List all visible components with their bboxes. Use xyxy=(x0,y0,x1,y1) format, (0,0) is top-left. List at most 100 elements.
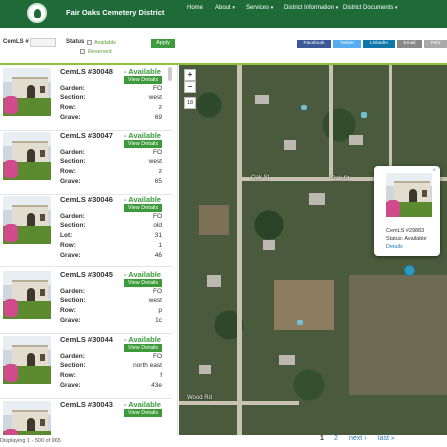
zoom-out-button[interactable]: − xyxy=(184,81,196,93)
status-available-checkbox[interactable] xyxy=(87,40,92,45)
chevron-down-icon: ▾ xyxy=(232,5,235,11)
garden-label: Garden: xyxy=(60,149,85,156)
status-badge: - Available xyxy=(124,131,161,140)
nav-services[interactable]: Services ▾ xyxy=(246,5,273,11)
plot-photo[interactable] xyxy=(3,196,51,244)
row-label: Row: xyxy=(60,104,76,111)
nav-home[interactable]: Home xyxy=(187,5,203,11)
cemls-input[interactable] xyxy=(30,38,56,47)
view-details-button[interactable]: View Details xyxy=(124,140,162,148)
view-details-button[interactable]: View Details xyxy=(124,344,162,352)
grave-label: Grave: xyxy=(60,382,81,389)
nav-district-information[interactable]: District Information ▾ xyxy=(284,5,338,11)
pool xyxy=(301,105,307,110)
plot-photo[interactable] xyxy=(3,132,51,180)
section-value: west xyxy=(148,297,162,304)
last-page-link[interactable]: last » xyxy=(378,435,395,442)
nav-about[interactable]: About ▾ xyxy=(215,5,235,11)
pagination-footer: Displaying 1 - 500 of 965 1 2 next › las… xyxy=(0,435,447,447)
row-value: f xyxy=(160,372,162,379)
view-details-button[interactable]: View Details xyxy=(124,409,162,417)
plot-photo[interactable] xyxy=(3,401,51,435)
apply-button[interactable]: Apply xyxy=(151,39,175,48)
lot-value: 31 xyxy=(154,232,162,239)
section-label: Section: xyxy=(60,158,86,165)
garden-value: FO xyxy=(152,213,162,220)
garden-label: Garden: xyxy=(60,353,85,360)
cemls-label: CemLS # xyxy=(3,39,29,45)
plot-marker-icon[interactable] xyxy=(404,265,415,276)
share-email-button[interactable]: Email xyxy=(397,40,422,48)
row-value: p xyxy=(158,307,162,314)
row-label: Row: xyxy=(60,242,76,249)
listing-panel[interactable]: CemLS #30048 - Available View Details Ga… xyxy=(0,65,178,435)
section-label: Section: xyxy=(60,222,86,229)
road xyxy=(237,65,242,435)
nav-district-documents[interactable]: District Documents ▾ xyxy=(343,5,398,11)
grave-label: Grave: xyxy=(60,252,81,259)
grave-value: 46 xyxy=(154,252,162,259)
close-icon[interactable]: × xyxy=(432,168,436,174)
share-twitter-button[interactable]: Twitter xyxy=(333,40,361,48)
section-label: Section: xyxy=(60,94,86,101)
item-title: CemLS #30043 xyxy=(60,400,113,409)
status-available-label: Available xyxy=(94,40,117,46)
share-facebook-button[interactable]: Facebook xyxy=(297,40,331,48)
row-value: z xyxy=(158,168,162,175)
status-label: Status xyxy=(66,39,85,45)
section-label: Section: xyxy=(60,362,86,369)
plot-photo xyxy=(386,173,432,217)
status-badge: - Available xyxy=(124,335,161,344)
district-logo-icon[interactable] xyxy=(27,3,47,23)
row-value: z xyxy=(158,104,162,111)
zoom-level-badge[interactable]: 18 xyxy=(184,97,196,109)
garden-value: FO xyxy=(152,85,162,92)
print-button[interactable]: Print xyxy=(424,40,447,48)
road xyxy=(329,65,333,177)
filter-bar: CemLS # Status Available Reserved Apply … xyxy=(0,28,447,64)
page-2-link[interactable]: 2 xyxy=(334,435,338,442)
status-reserved-checkbox[interactable] xyxy=(80,49,85,54)
list-item: CemLS #30045 - Available View Details Ga… xyxy=(0,268,172,334)
list-item: CemLS #30047 - Available View Details Ga… xyxy=(0,129,172,195)
zoom-in-button[interactable]: + xyxy=(184,69,196,81)
status-badge: - Available xyxy=(124,67,161,76)
satellite-map[interactable]: Oak St Oak St Wood Rd + − 18 × CemLS #29… xyxy=(179,65,447,435)
page-1-link[interactable]: 1 xyxy=(320,435,324,442)
garden-value: FO xyxy=(152,288,162,295)
item-title: CemLS #30046 xyxy=(60,195,113,204)
road-label: Oak St xyxy=(331,176,350,182)
pool xyxy=(297,320,303,325)
lot-label: Lot: xyxy=(60,232,73,239)
road xyxy=(179,401,299,405)
popup-details-link[interactable]: Details xyxy=(386,244,403,250)
road-label: Oak St xyxy=(251,175,270,181)
grave-value: 65 xyxy=(154,178,162,185)
road-label: Wood Rd xyxy=(187,395,212,401)
list-item: CemLS #30043 - Available View Details xyxy=(0,398,172,435)
row-value: 1 xyxy=(158,242,162,249)
next-page-link[interactable]: next › xyxy=(349,435,367,442)
view-details-button[interactable]: View Details xyxy=(124,204,162,212)
item-title: CemLS #30044 xyxy=(60,335,113,344)
result-summary: Displaying 1 - 500 of 965 xyxy=(0,438,61,444)
chevron-down-icon: ▾ xyxy=(270,5,274,11)
grave-label: Grave: xyxy=(60,114,81,121)
share-linkedin-button[interactable]: LinkedIn xyxy=(363,40,395,48)
plot-photo[interactable] xyxy=(3,336,51,384)
plot-photo[interactable] xyxy=(3,271,51,319)
map-popup: × CemLS #29883 Status: Available Details xyxy=(374,166,440,256)
site-title[interactable]: Fair Oaks Cemetery District xyxy=(66,8,164,17)
garden-value: FO xyxy=(152,149,162,156)
grave-value: 1c xyxy=(155,317,162,324)
view-details-button[interactable]: View Details xyxy=(124,279,162,287)
view-details-button[interactable]: View Details xyxy=(124,76,162,84)
section-value: north east xyxy=(133,362,162,369)
garden-label: Garden: xyxy=(60,85,85,92)
list-item: CemLS #30044 - Available View Details Ga… xyxy=(0,333,172,399)
clearing xyxy=(274,280,334,330)
chevron-down-icon: ▾ xyxy=(335,5,339,11)
clearing xyxy=(199,205,229,235)
garden-label: Garden: xyxy=(60,213,85,220)
plot-photo[interactable] xyxy=(3,68,51,116)
